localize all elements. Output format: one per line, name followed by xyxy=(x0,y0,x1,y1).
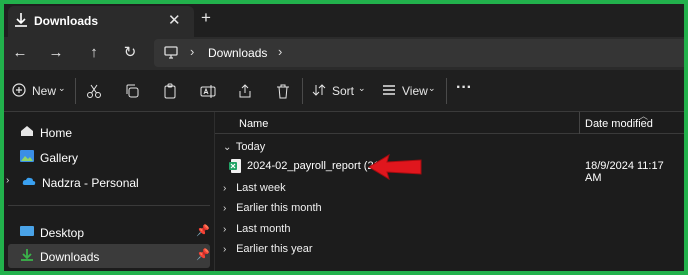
chevron-right-icon: › xyxy=(223,224,227,235)
group-label: Earlier this year xyxy=(236,243,313,255)
view-label: View xyxy=(402,84,428,98)
chevron-right-icon: › xyxy=(223,183,227,194)
home-icon xyxy=(21,126,33,136)
tab-bar: Downloads ✕ + xyxy=(4,4,684,37)
chevron-down-icon: ⌄ xyxy=(428,83,436,93)
sidebar-item-label: Gallery xyxy=(40,151,79,165)
red-arrow-annotation xyxy=(368,153,422,181)
group-label: Last week xyxy=(236,182,286,194)
group-label: Earlier this month xyxy=(236,202,322,214)
copy-icon[interactable] xyxy=(124,82,140,100)
chevron-down-icon: ⌄ xyxy=(358,83,366,93)
file-name: 2024-02_payroll_report (21) xyxy=(247,160,384,172)
sort-button[interactable]: Sort ⌄ xyxy=(312,82,368,100)
navigation-pane: Home Gallery › Nadzra - Personal Desktop… xyxy=(4,112,214,271)
group-label: Today xyxy=(235,141,266,153)
sort-label: Sort xyxy=(332,84,355,98)
sidebar-item-label: Nadzra - Personal xyxy=(42,176,139,190)
forward-button[interactable]: → xyxy=(46,43,66,63)
sidebar-divider xyxy=(8,205,210,206)
chevron-up-icon: ︿ xyxy=(639,111,649,121)
excel-file-icon xyxy=(229,159,241,173)
toolbar-divider xyxy=(302,78,303,104)
explorer-window: Downloads ✕ + ← → ↑ ↻ › Downloads › New xyxy=(0,0,688,275)
sidebar-item-desktop[interactable]: Desktop 📌 xyxy=(8,220,210,244)
chevron-down-icon: ⌄ xyxy=(58,83,66,93)
tab-downloads[interactable]: Downloads ✕ xyxy=(8,6,194,37)
address-bar[interactable]: › Downloads › xyxy=(154,39,684,67)
sidebar-item-home[interactable]: Home xyxy=(8,120,210,144)
toolbar-divider xyxy=(75,78,76,104)
sidebar-item-downloads[interactable]: Downloads 📌 xyxy=(8,244,210,268)
plus-circle-icon xyxy=(12,83,26,97)
group-label: Last month xyxy=(236,223,291,235)
monitor-icon xyxy=(164,46,178,59)
desktop-icon xyxy=(20,226,34,236)
toolbar-divider xyxy=(446,78,447,104)
cloud-icon xyxy=(22,177,36,185)
download-icon xyxy=(21,249,33,261)
share-icon[interactable] xyxy=(237,82,253,100)
chevron-down-icon: ⌄ xyxy=(223,142,232,153)
pin-icon[interactable]: 📌 xyxy=(196,248,210,261)
new-button[interactable]: New ⌄ xyxy=(12,82,66,100)
chevron-right-icon: › xyxy=(223,244,227,255)
command-bar: New ⌄ Sort ⌄ View ⌄ ··· xyxy=(4,70,684,112)
new-tab-button[interactable]: + xyxy=(201,8,211,28)
group-header-last-month[interactable]: › Last month xyxy=(223,223,290,235)
chevron-right-icon[interactable]: › xyxy=(6,175,9,186)
sidebar-item-label: Desktop xyxy=(40,226,85,240)
chevron-right-icon: › xyxy=(223,203,227,214)
chevron-right-icon[interactable]: › xyxy=(190,44,194,59)
refresh-button[interactable]: ↻ xyxy=(120,43,140,63)
rename-icon[interactable] xyxy=(200,82,216,100)
up-button[interactable]: ↑ xyxy=(84,43,104,63)
file-list-pane: Name Date modified ︿ ⌄ Today 2024-02_pay… xyxy=(214,111,684,271)
sidebar-item-gallery[interactable]: Gallery xyxy=(8,145,210,169)
group-header-earlier-this-year[interactable]: › Earlier this year xyxy=(223,243,312,255)
group-header-last-week[interactable]: › Last week xyxy=(223,182,286,194)
tab-title: Downloads xyxy=(34,14,99,28)
group-header-earlier-this-month[interactable]: › Earlier this month xyxy=(223,202,322,214)
paste-icon[interactable] xyxy=(162,82,178,100)
sidebar-item-label: Downloads xyxy=(40,250,100,264)
group-header-today[interactable]: ⌄ Today xyxy=(223,141,265,153)
breadcrumb-downloads[interactable]: Downloads xyxy=(208,46,267,60)
view-button[interactable]: View ⌄ xyxy=(382,82,438,100)
new-label: New xyxy=(32,84,57,98)
column-header-row: Name Date modified ︿ xyxy=(215,111,684,134)
column-divider[interactable] xyxy=(579,112,580,134)
close-tab-icon[interactable]: ✕ xyxy=(168,11,181,29)
navigation-bar: ← → ↑ ↻ › Downloads › xyxy=(4,37,684,70)
cut-icon[interactable] xyxy=(86,82,102,100)
sidebar-item-label: Home xyxy=(40,126,73,140)
column-header-name[interactable]: Name xyxy=(239,118,268,130)
see-more-button[interactable]: ··· xyxy=(456,79,472,97)
file-date: 18/9/2024 11:17 AM xyxy=(585,160,664,184)
delete-icon[interactable] xyxy=(275,82,291,100)
chevron-right-icon[interactable]: › xyxy=(278,44,282,59)
file-row[interactable]: 2024-02_payroll_report (21) 18/9/2024 11… xyxy=(229,156,679,184)
back-button[interactable]: ← xyxy=(10,43,30,63)
sidebar-item-onedrive[interactable]: › Nadzra - Personal xyxy=(6,170,210,194)
pin-icon[interactable]: 📌 xyxy=(196,224,210,237)
view-list-icon xyxy=(383,85,395,95)
download-icon xyxy=(15,13,27,27)
gallery-icon xyxy=(20,150,34,162)
sort-icon xyxy=(312,84,326,96)
